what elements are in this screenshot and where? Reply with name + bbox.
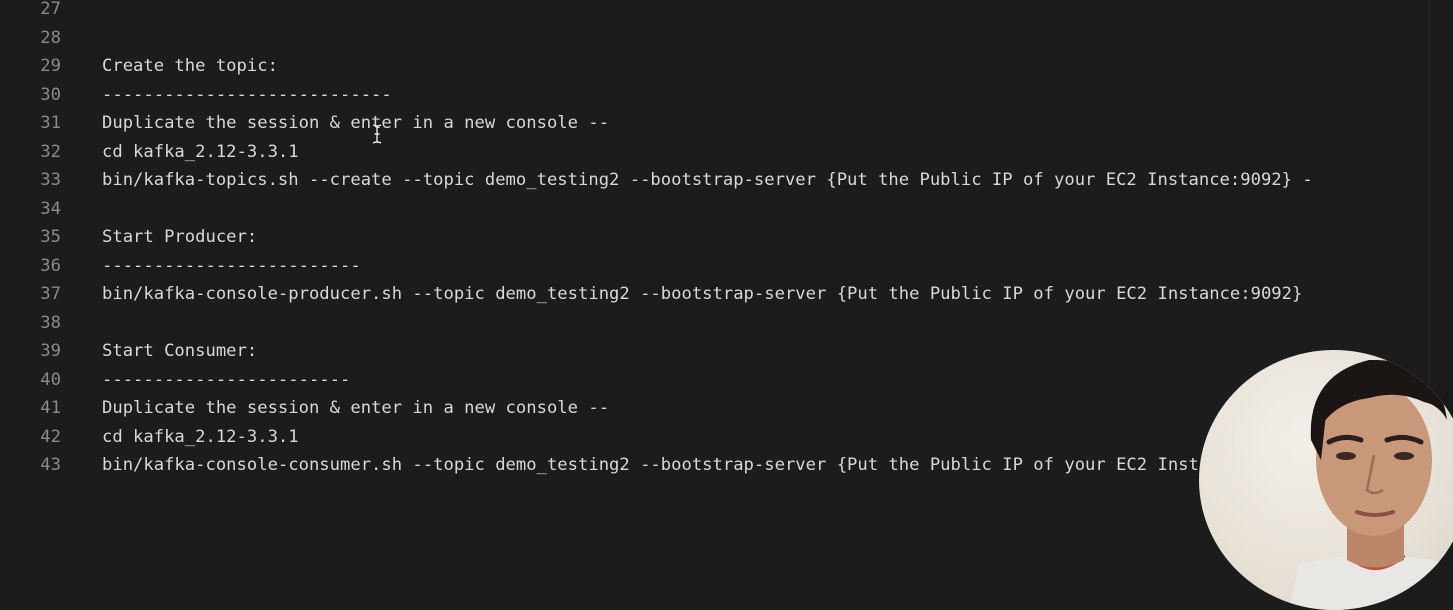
line-text: Duplicate the session & enter in a new c… xyxy=(102,398,610,418)
line-text: Duplicate the session & enter in a new c… xyxy=(102,113,610,133)
code-line[interactable]: 29 Create the topic: xyxy=(0,52,1430,80)
presenter-face-icon xyxy=(1289,359,1453,610)
presenter-webcam-overlay xyxy=(1199,350,1453,610)
line-number: 40 xyxy=(40,369,61,390)
code-line[interactable]: 30 ---------------------------- xyxy=(0,81,1430,109)
line-text: Start Consumer: xyxy=(102,341,258,361)
line-number: 41 xyxy=(40,398,61,418)
line-text: cd kafka_2.12-3.3.1 xyxy=(102,426,299,447)
code-line[interactable]: 37 bin/kafka-console-producer.sh --topic … xyxy=(0,280,1430,308)
line-number: 42 xyxy=(40,426,61,447)
line-number: 32 xyxy=(40,141,61,162)
line-number: 35 xyxy=(40,227,61,247)
code-line[interactable]: 28 xyxy=(0,24,1430,52)
line-text: cd kafka_2.12-3.3.1 xyxy=(102,141,299,162)
code-line[interactable]: 27 xyxy=(0,0,1430,23)
code-line[interactable]: 31 Duplicate the session & enter in a new… xyxy=(0,109,1430,137)
line-number: 37 xyxy=(40,284,61,304)
line-number: 39 xyxy=(40,341,61,361)
line-text: bin/kafka-topics.sh --create --topic dem… xyxy=(102,170,1313,190)
code-line[interactable]: 38 xyxy=(0,309,1430,337)
line-number: 38 xyxy=(40,312,61,333)
line-number: 28 xyxy=(40,27,61,48)
code-line[interactable]: 36 ------------------------- xyxy=(0,252,1430,280)
code-line[interactable]: 33 bin/kafka-topics.sh --create --topic d… xyxy=(0,166,1430,194)
line-number: 34 xyxy=(40,198,61,219)
line-number: 27 xyxy=(40,0,61,19)
line-number: 29 xyxy=(40,56,61,76)
line-text: bin/kafka-console-producer.sh --topic de… xyxy=(102,284,1303,304)
text-cursor-icon xyxy=(372,124,382,144)
line-number: 30 xyxy=(40,84,61,105)
line-number: 33 xyxy=(40,170,61,190)
line-text: Start Producer: xyxy=(102,227,258,247)
line-number: 31 xyxy=(40,113,61,133)
line-text: ---------------------------- xyxy=(102,84,392,105)
code-line[interactable]: 32 cd kafka_2.12-3.3.1 xyxy=(0,138,1430,166)
code-line[interactable]: 34 xyxy=(0,195,1430,223)
line-number: 43 xyxy=(40,455,61,475)
code-line[interactable]: 40 ------------------------ xyxy=(0,366,1430,394)
line-text: ------------------------ xyxy=(102,369,351,390)
code-line[interactable]: 39 Start Consumer: xyxy=(0,337,1430,365)
line-number: 36 xyxy=(40,255,61,276)
line-text: ------------------------- xyxy=(102,255,361,276)
line-text: bin/kafka-console-consumer.sh --topic de… xyxy=(102,455,1303,475)
code-line[interactable]: 35 Start Producer: xyxy=(0,223,1430,251)
line-text: Create the topic: xyxy=(102,56,278,76)
